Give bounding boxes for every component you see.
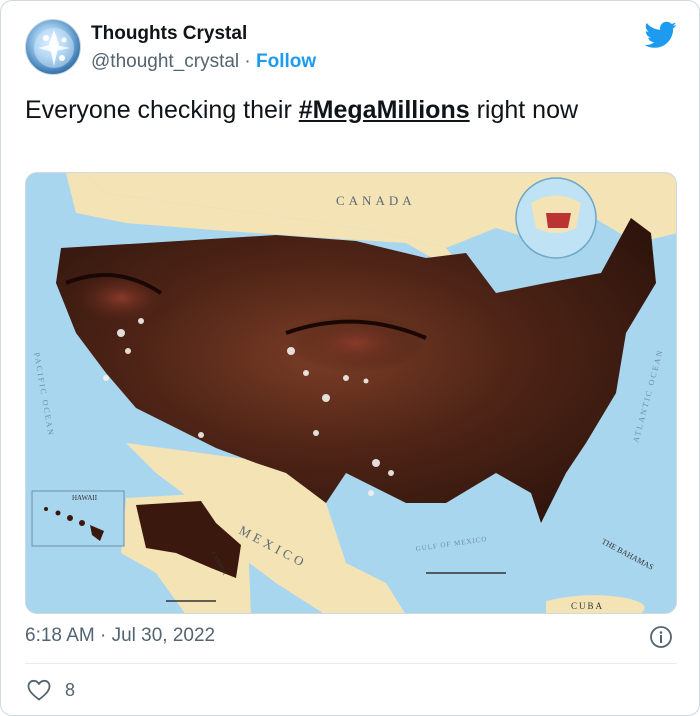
like-action[interactable]: 8 (27, 677, 75, 703)
map-label-hawaii: HAWAII (72, 494, 98, 502)
heart-icon[interactable] (27, 679, 51, 701)
hashtag-link[interactable]: #MegaMillions (299, 96, 470, 124)
crying-face-map-image: CANADA MEXICO HAWAII PACIFIC OCEAN ATLAN… (26, 173, 676, 613)
follow-button[interactable]: Follow (256, 51, 316, 72)
avatar[interactable] (25, 19, 81, 75)
tweet-image[interactable]: CANADA MEXICO HAWAII PACIFIC OCEAN ATLAN… (25, 172, 677, 614)
tweet-header: Thoughts Crystal @thought_crystal · Foll… (25, 19, 677, 81)
map-label-cuba: CUBA (571, 601, 604, 611)
like-count: 8 (65, 679, 76, 700)
twitter-bird-icon[interactable] (645, 21, 677, 49)
footer-divider (25, 663, 677, 664)
crystal-avatar-image (34, 28, 74, 68)
tweet-text-before: Everyone checking their (25, 96, 299, 124)
map-label-canada: CANADA (336, 193, 416, 208)
tweet-text: Everyone checking their #MegaMillions ri… (25, 95, 665, 126)
tweet-timestamp[interactable]: 6:18 AM · Jul 30, 2022 (25, 625, 215, 647)
author-name[interactable]: Thoughts Crystal (91, 23, 247, 45)
info-icon[interactable] (649, 625, 673, 649)
tweet-text-after: right now (469, 96, 579, 124)
author-handle-row: @thought_crystal · Follow (91, 51, 316, 73)
separator-dot: · (244, 51, 251, 72)
tweet-card: Thoughts Crystal @thought_crystal · Foll… (0, 0, 700, 716)
author-handle[interactable]: @thought_crystal (91, 51, 239, 72)
